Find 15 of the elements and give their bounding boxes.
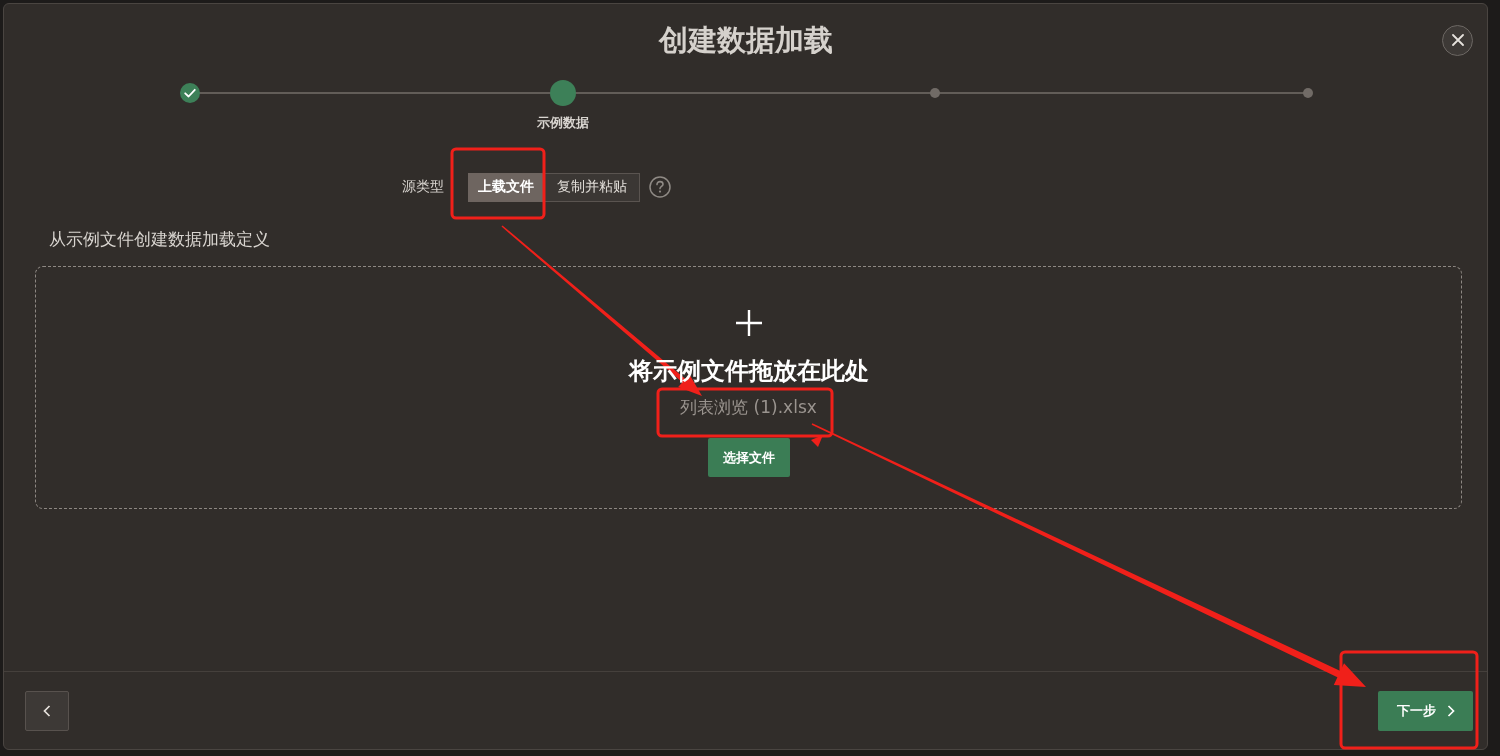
help-icon[interactable] [649, 176, 671, 198]
source-type-option[interactable]: 复制并粘贴 [544, 172, 640, 202]
close-button[interactable] [1442, 24, 1473, 56]
file-name: 列表浏览 (1).xlsx [680, 396, 817, 419]
plus-icon [735, 310, 762, 336]
section-title: 从示例文件创建数据加载定义 [49, 228, 270, 251]
next-button[interactable]: 下一步 [1378, 691, 1473, 731]
source-type-label: 源类型 [402, 178, 444, 196]
choose-file-button[interactable]: 选择文件 [707, 438, 790, 477]
chevron-right-icon [1447, 705, 1455, 717]
close-icon [1451, 34, 1464, 46]
dialog-title: 创建数据加载 [658, 22, 833, 59]
step-label: 示例数据 [536, 115, 589, 131]
source-type-option[interactable]: 上载文件 [468, 172, 544, 202]
chevron-left-icon [43, 705, 51, 717]
